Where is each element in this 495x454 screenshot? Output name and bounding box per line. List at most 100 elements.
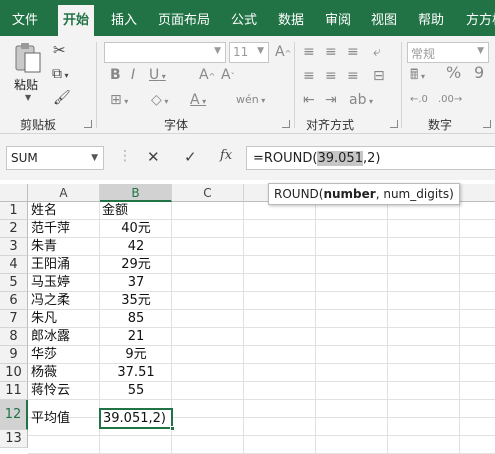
fill-color-icon[interactable]: ◇ ▾: [151, 93, 168, 109]
formula-input[interactable]: =ROUND(39.051,2): [246, 146, 495, 170]
row-header-3[interactable]: 3: [0, 238, 28, 256]
cell-b9[interactable]: 9元: [100, 346, 172, 364]
cell-a1[interactable]: 姓名: [31, 202, 99, 220]
alignment-launcher-icon[interactable]: [390, 120, 398, 128]
row-header-7[interactable]: 7: [0, 310, 28, 328]
cell-a2[interactable]: 范千萍: [31, 220, 99, 238]
italic-icon[interactable]: I: [131, 68, 135, 82]
increase-font-icon[interactable]: A^: [199, 68, 215, 84]
tab-view[interactable]: 视图: [371, 9, 397, 28]
cell-b1[interactable]: 金额: [100, 202, 172, 220]
decrease-decimal-icon[interactable]: .00→: [438, 93, 462, 107]
cell-b2[interactable]: 40元: [100, 220, 172, 238]
column-header-g[interactable]: [460, 184, 495, 202]
cell-b4[interactable]: 29元: [100, 256, 172, 274]
column-header-c[interactable]: C: [172, 184, 244, 202]
accounting-format-icon[interactable]: 🖩 ▾: [410, 68, 425, 84]
cut-icon[interactable]: ✂: [53, 43, 66, 58]
align-center-icon[interactable]: ≡: [325, 69, 337, 83]
cell-b11[interactable]: 55: [100, 382, 172, 400]
cell-a5[interactable]: 马玉婷: [31, 274, 99, 292]
cell-b3[interactable]: 42: [100, 238, 172, 256]
cell-a4[interactable]: 王阳涌: [31, 256, 99, 274]
merge-cells-icon[interactable]: ⊟: [373, 69, 385, 83]
number-launcher-icon[interactable]: [483, 120, 491, 128]
tab-home[interactable]: 开始: [58, 5, 95, 36]
font-size-select[interactable]: 11 ▼: [229, 42, 269, 63]
align-left-icon[interactable]: ≡: [303, 69, 315, 83]
wrap-text-icon[interactable]: ⤶: [373, 45, 381, 59]
font-name-select[interactable]: ▼: [104, 42, 226, 63]
comma-style-icon[interactable]: 9: [474, 65, 484, 81]
insert-function-icon[interactable]: fx: [220, 148, 232, 163]
divider: [96, 42, 97, 128]
orientation-icon[interactable]: ab ▾: [349, 93, 373, 109]
font-launcher-icon[interactable]: [282, 120, 290, 128]
align-right-icon[interactable]: ≡: [347, 69, 359, 83]
percent-icon[interactable]: %: [446, 65, 461, 81]
cell-a7[interactable]: 朱凡: [31, 310, 99, 328]
chevron-down-icon: ▼: [257, 46, 264, 56]
cell-b8[interactable]: 21: [100, 328, 172, 346]
cell-b6[interactable]: 35元: [100, 292, 172, 310]
increase-indent-icon[interactable]: ⇥: [325, 93, 337, 107]
row-header-1[interactable]: 1: [0, 202, 28, 220]
bold-icon[interactable]: B: [110, 68, 121, 82]
cell-b10[interactable]: 37.51: [100, 364, 172, 382]
phonetic-icon[interactable]: wén ▾: [236, 93, 265, 108]
tab-formulas[interactable]: 公式: [231, 9, 257, 28]
tab-help[interactable]: 帮助: [418, 9, 444, 28]
row-header-11[interactable]: 11: [0, 382, 28, 400]
column-header-b[interactable]: B: [100, 184, 172, 202]
tab-review[interactable]: 审阅: [325, 9, 351, 28]
row-header-2[interactable]: 2: [0, 220, 28, 238]
cell-a12[interactable]: 平均值: [31, 410, 99, 428]
tab-data[interactable]: 数据: [278, 9, 304, 28]
clipboard-group-label: 剪贴板: [20, 118, 57, 132]
tab-fangfange[interactable]: 方方格: [466, 9, 495, 28]
function-tooltip[interactable]: ROUND(number, num_digits): [268, 183, 460, 205]
font-color-icon[interactable]: A ▾: [190, 93, 206, 109]
grow-font-icon[interactable]: A^: [275, 45, 291, 61]
tab-page-layout[interactable]: 页面布局: [158, 9, 210, 28]
clipboard-launcher-icon[interactable]: [84, 120, 92, 128]
name-box[interactable]: SUM ▼: [6, 146, 104, 170]
enter-icon[interactable]: ✓: [184, 148, 197, 166]
row-header-13[interactable]: 13: [0, 430, 28, 448]
active-cell-b12[interactable]: 39.051,2): [99, 408, 173, 429]
cell-a9[interactable]: 华莎: [31, 346, 99, 364]
cell-b5[interactable]: 37: [100, 274, 172, 292]
cancel-icon[interactable]: ✕: [147, 148, 160, 166]
border-icon[interactable]: ⊞ ▾: [110, 93, 128, 109]
cell-a8[interactable]: 郎冰露: [31, 328, 99, 346]
cell-a6[interactable]: 冯之柔: [31, 292, 99, 310]
decrease-indent-icon[interactable]: ⇤: [303, 93, 315, 107]
align-bottom-icon[interactable]: ≡: [347, 45, 359, 59]
cell-a3[interactable]: 朱青: [31, 238, 99, 256]
row-header-4[interactable]: 4: [0, 256, 28, 274]
column-header-a[interactable]: A: [28, 184, 100, 202]
decrease-font-icon[interactable]: Aˇ: [221, 68, 235, 84]
cell-b7[interactable]: 85: [100, 310, 172, 328]
select-all-corner[interactable]: [0, 184, 28, 202]
row-header-8[interactable]: 8: [0, 328, 28, 346]
align-top-icon[interactable]: ≡: [303, 45, 315, 59]
cell-a11[interactable]: 蒋怜云: [31, 382, 99, 400]
align-middle-icon[interactable]: ≡: [325, 45, 337, 59]
row-header-9[interactable]: 9: [0, 346, 28, 364]
copy-icon[interactable]: ⧉ ▾: [52, 67, 69, 83]
format-painter-icon[interactable]: 🖌: [53, 91, 71, 105]
paste-button[interactable]: 粘贴 ▼: [10, 42, 46, 104]
row-header-6[interactable]: 6: [0, 292, 28, 310]
underline-icon[interactable]: U ▾: [149, 68, 166, 84]
fill-handle[interactable]: [170, 426, 175, 431]
number-format-select[interactable]: 常规 ▼: [407, 42, 489, 63]
increase-decimal-icon[interactable]: ←.0: [410, 93, 428, 107]
row-header-5[interactable]: 5: [0, 274, 28, 292]
row-header-10[interactable]: 10: [0, 364, 28, 382]
alignment-group-label: 对齐方式: [306, 118, 355, 132]
cell-a10[interactable]: 杨薇: [31, 364, 99, 382]
tab-file[interactable]: 文件: [12, 9, 38, 28]
row-header-12[interactable]: 12: [0, 400, 28, 430]
tab-insert[interactable]: 插入: [111, 9, 137, 28]
